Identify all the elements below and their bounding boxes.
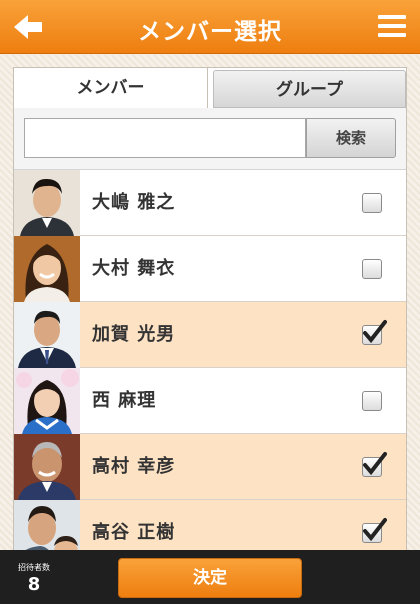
member-panel: メンバー グループ 検索 大嶋 雅之 大村 舞衣 加賀 光男 西 麻理 高村 幸… bbox=[13, 67, 407, 557]
check-icon bbox=[363, 320, 387, 344]
page-title: メンバー選択 bbox=[138, 19, 282, 45]
submit-button[interactable]: 決定 bbox=[118, 558, 302, 598]
avatar bbox=[14, 368, 80, 434]
menu-button[interactable] bbox=[376, 12, 408, 40]
member-row[interactable]: 加賀 光男 bbox=[14, 302, 406, 368]
avatar bbox=[14, 500, 80, 556]
hamburger-menu-icon bbox=[378, 15, 406, 19]
member-name: 西 麻理 bbox=[92, 390, 157, 411]
member-row[interactable]: 高谷 正樹 bbox=[14, 500, 406, 556]
search-button[interactable]: 検索 bbox=[306, 118, 396, 158]
member-list: 大嶋 雅之 大村 舞衣 加賀 光男 西 麻理 高村 幸彦 高谷 正樹 bbox=[14, 170, 406, 556]
bottom-bar: 招待者数 8 決定 bbox=[0, 550, 420, 604]
member-name: 高谷 正樹 bbox=[92, 522, 176, 543]
member-checkbox[interactable] bbox=[362, 518, 387, 543]
member-name: 加賀 光男 bbox=[92, 324, 176, 345]
tab-groups[interactable]: グループ bbox=[213, 70, 406, 108]
invite-count-value: 8 bbox=[27, 574, 41, 595]
member-name: 大嶋 雅之 bbox=[92, 192, 176, 213]
member-row[interactable]: 西 麻理 bbox=[14, 368, 406, 434]
member-name: 大村 舞衣 bbox=[92, 258, 176, 279]
avatar bbox=[14, 302, 80, 368]
member-name: 高村 幸彦 bbox=[92, 456, 176, 477]
member-row[interactable]: 高村 幸彦 bbox=[14, 434, 406, 500]
invite-count-label: 招待者数 bbox=[18, 563, 50, 572]
tab-members[interactable]: メンバー bbox=[14, 68, 208, 108]
member-checkbox[interactable] bbox=[362, 391, 382, 411]
avatar bbox=[14, 434, 80, 500]
app-header: メンバー選択 bbox=[0, 0, 420, 54]
member-checkbox[interactable] bbox=[362, 259, 382, 279]
search-input[interactable] bbox=[24, 118, 306, 158]
check-icon bbox=[363, 452, 387, 476]
member-checkbox[interactable] bbox=[362, 452, 387, 477]
member-row[interactable]: 大嶋 雅之 bbox=[14, 170, 406, 236]
search-row: 検索 bbox=[14, 108, 406, 170]
member-checkbox[interactable] bbox=[362, 320, 387, 345]
tab-bar: メンバー グループ bbox=[14, 68, 406, 108]
member-row[interactable]: 大村 舞衣 bbox=[14, 236, 406, 302]
avatar bbox=[14, 170, 80, 236]
member-checkbox[interactable] bbox=[362, 193, 382, 213]
check-icon bbox=[363, 518, 387, 542]
avatar bbox=[14, 236, 80, 302]
